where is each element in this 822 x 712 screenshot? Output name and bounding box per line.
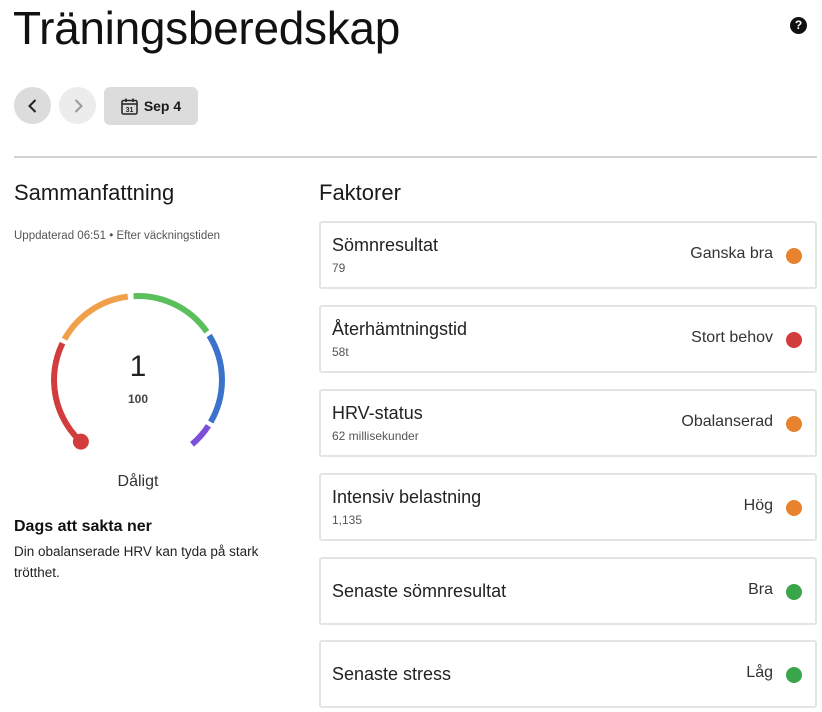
status-dot-icon <box>786 332 802 348</box>
date-label: Sep 4 <box>143 98 182 114</box>
calendar-icon: 31 <box>121 98 138 115</box>
factor-value: 79 <box>332 261 346 275</box>
message-title: Dags att sakta ner <box>14 518 152 535</box>
status-dot-icon <box>786 500 802 516</box>
page-title: Träningsberedskap <box>13 2 400 54</box>
factor-acute-load[interactable]: Intensiv belastning 1,135 Hög <box>319 473 817 541</box>
header-divider <box>14 156 817 158</box>
factor-latest-sleep-score[interactable]: Senaste sömnresultat Bra <box>319 557 817 625</box>
status-dot-icon <box>786 667 802 683</box>
factor-status: Stort behov <box>691 329 773 346</box>
factor-value: 58t <box>332 345 349 359</box>
status-dot-icon <box>786 584 802 600</box>
factor-sleep-score[interactable]: Sömnresultat 79 Ganska bra <box>319 221 817 289</box>
factors-title: Faktorer <box>319 180 401 205</box>
factor-name: Senaste stress <box>332 664 452 684</box>
chevron-left-icon <box>27 98 36 113</box>
factor-name: Återhämtningstid <box>332 319 468 339</box>
factor-name: Sömnresultat <box>332 235 439 255</box>
factor-name: Intensiv belastning <box>332 487 482 507</box>
readiness-score: 1 <box>129 350 147 383</box>
factor-value: 62 millisekunder <box>332 429 419 443</box>
factor-status: Bra <box>748 581 773 598</box>
gauge-segment-low <box>61 293 129 341</box>
summary-title: Sammanfattning <box>14 180 175 205</box>
factor-name: HRV-status <box>332 403 423 423</box>
gauge-segment-moderate <box>133 293 210 334</box>
readiness-level: Dåligt <box>117 473 159 490</box>
gauge-segment-high <box>206 333 225 424</box>
help-icon[interactable]: ? <box>790 17 807 34</box>
factor-status: Obalanserad <box>681 413 773 430</box>
status-dot-icon <box>786 416 802 432</box>
gauge-segment-prime <box>190 423 211 447</box>
gauge-segment-poor <box>51 341 86 447</box>
updated-text: Uppdaterad 06:51 • Efter väckningstiden <box>14 230 221 242</box>
calendar-day-text: 31 <box>125 107 133 114</box>
date-picker-button[interactable]: 31 Sep 4 <box>104 87 198 125</box>
readiness-score-max: 100 <box>127 392 149 406</box>
previous-day-button[interactable] <box>14 87 51 124</box>
factor-name: Senaste sömnresultat <box>332 581 507 601</box>
factor-recovery-time[interactable]: Återhämtningstid 58t Stort behov <box>319 305 817 373</box>
factor-value: 1,135 <box>332 513 363 527</box>
factor-latest-stress[interactable]: Senaste stress Låg <box>319 640 817 708</box>
factor-status: Låg <box>746 664 773 681</box>
message-body: Din obalanserade HRV kan tyda på stark t… <box>14 544 259 580</box>
chevron-right-icon <box>74 98 83 113</box>
factor-status: Ganska bra <box>690 245 773 262</box>
factor-hrv-status[interactable]: HRV-status 62 millisekunder Obalanserad <box>319 389 817 457</box>
status-dot-icon <box>786 248 802 264</box>
factor-status: Hög <box>743 497 773 514</box>
next-day-button[interactable] <box>59 87 96 124</box>
gauge-marker <box>72 433 89 450</box>
